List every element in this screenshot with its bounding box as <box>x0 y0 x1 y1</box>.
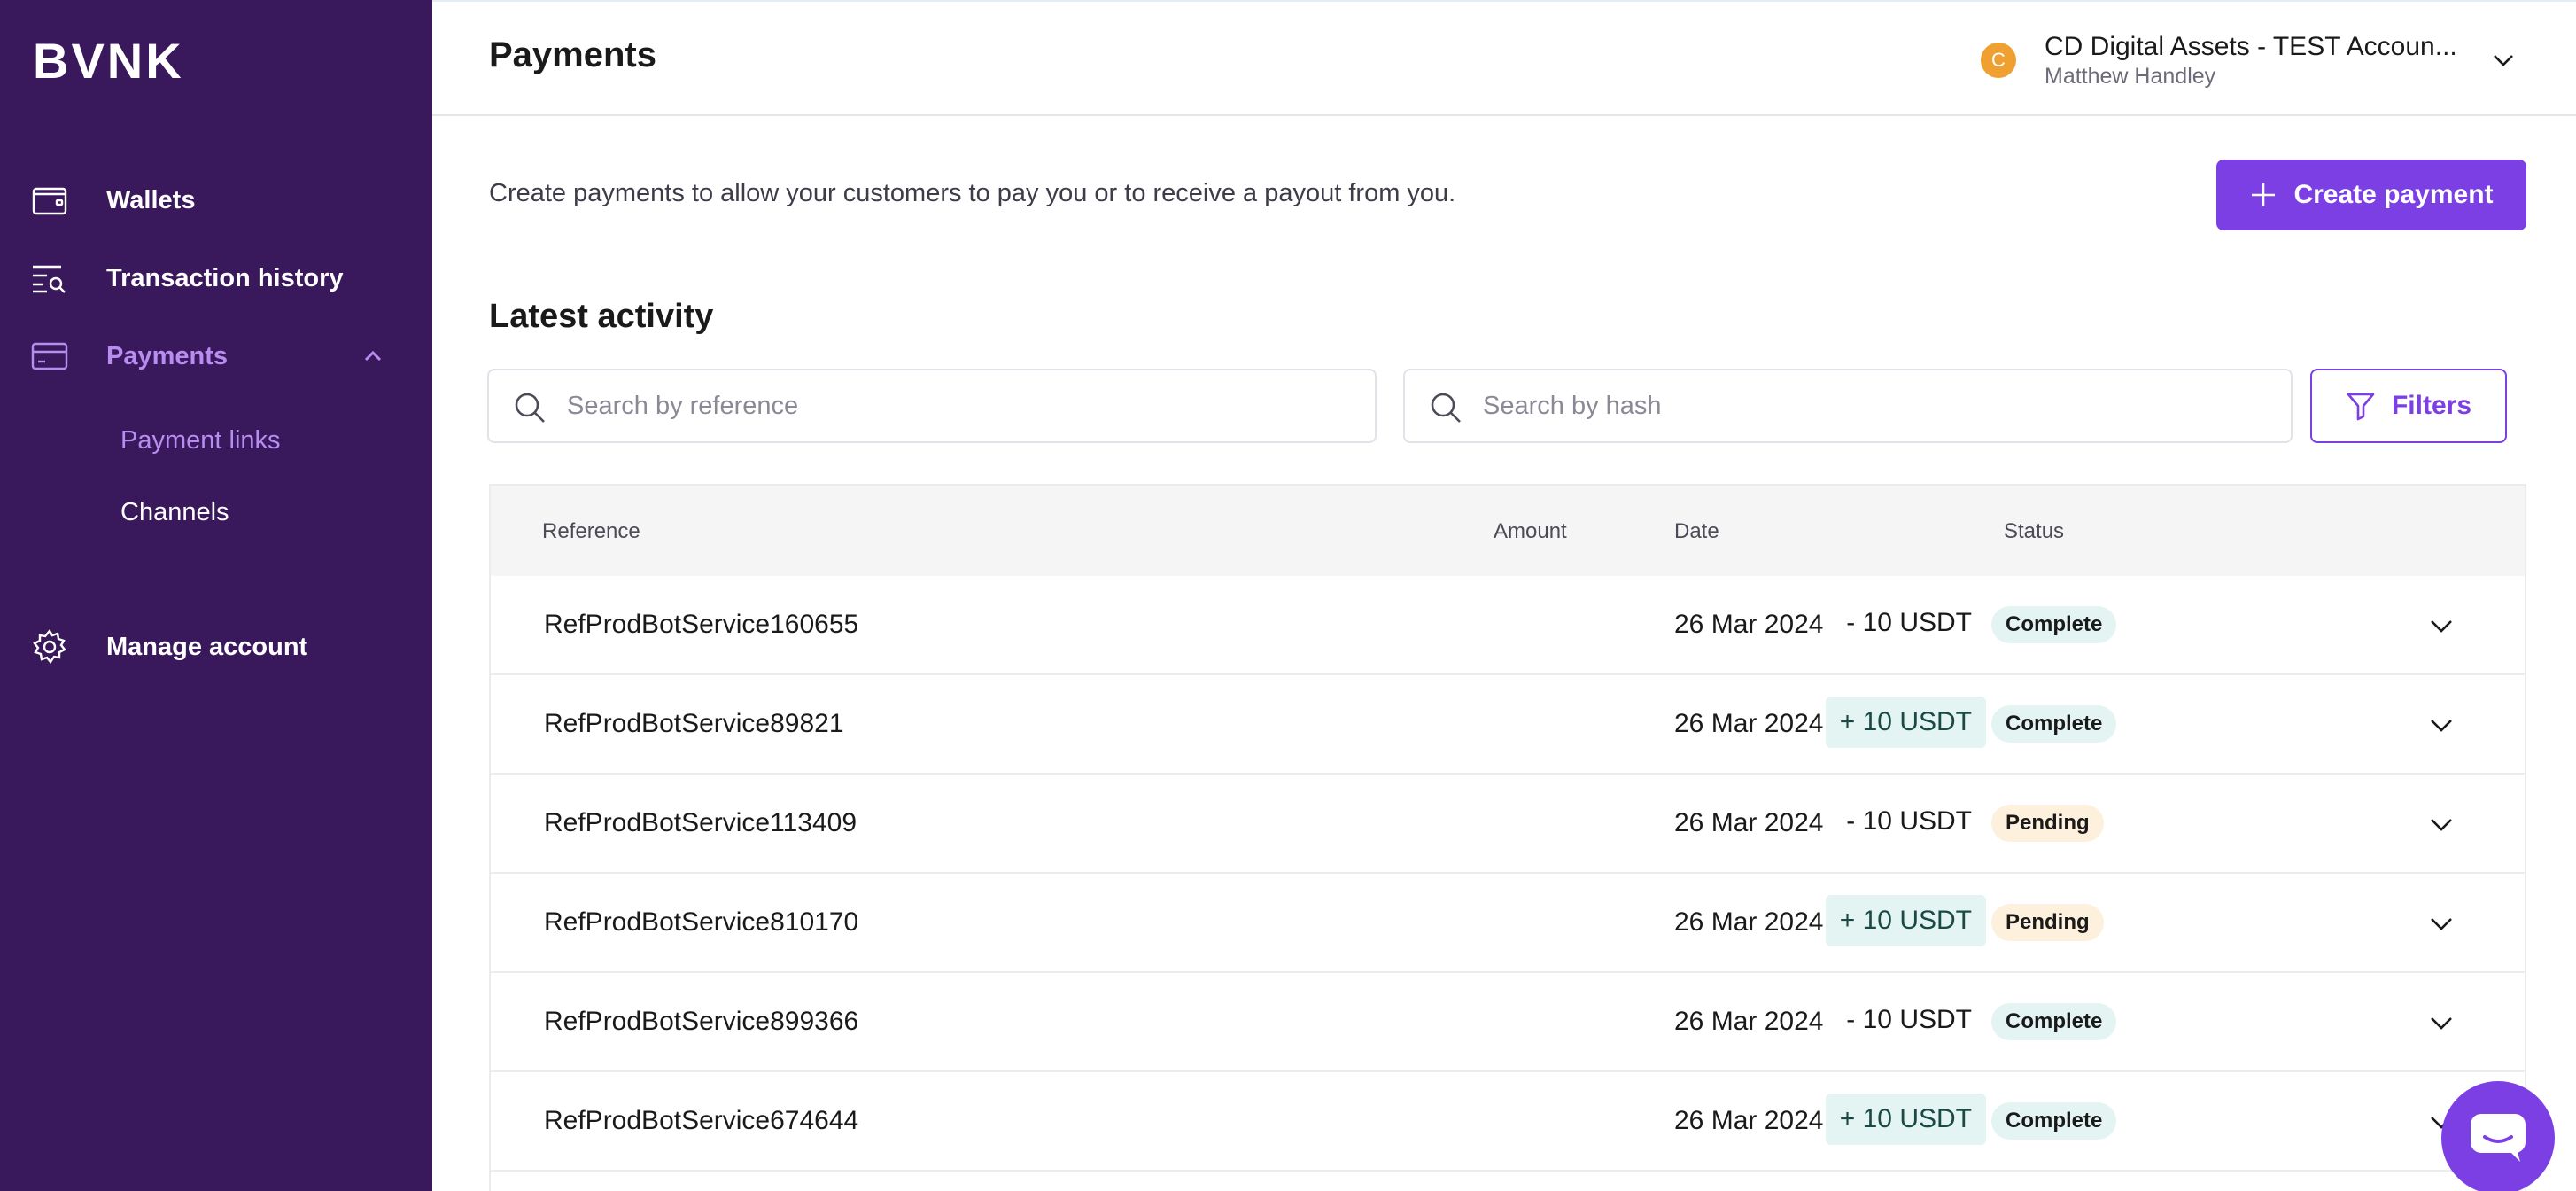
cell-date: 26 Mar 2024 <box>1674 610 1824 639</box>
search-hash-field[interactable] <box>1403 369 2293 443</box>
create-payment-label: Create payment <box>2293 180 2494 209</box>
cell-amount: + 10 USDT <box>1825 697 1986 748</box>
chevron-down-icon[interactable] <box>2425 1007 2457 1039</box>
brand-logo[interactable]: BVNK <box>33 32 184 90</box>
search-hash-input[interactable] <box>1483 370 2280 441</box>
chat-button[interactable] <box>2441 1081 2555 1191</box>
cell-reference: RefProdBotService160655 <box>544 610 859 639</box>
sidebar-item-label: Wallets <box>106 185 196 214</box>
table-row[interactable]: RefProdBotService810170 + 10 USDT 26 Mar 2… <box>491 874 2525 973</box>
cell-amount: - 10 USDT <box>1846 608 1972 637</box>
card-icon <box>31 338 68 375</box>
status-badge: Complete <box>1991 606 2117 643</box>
chevron-down-icon[interactable] <box>2489 46 2518 74</box>
sidebar-item-payments[interactable]: Payments <box>0 324 432 388</box>
cell-amount: - 10 USDT <box>1846 1005 1972 1034</box>
search-list-icon <box>31 260 68 297</box>
top-header: Payments C CD Digital Assets - TEST Acco… <box>432 0 2576 116</box>
cell-reference: RefProdBotService810170 <box>544 907 859 937</box>
gear-icon <box>31 628 68 666</box>
sidebar: BVNK Wallets Transaction history Payment… <box>0 0 432 1191</box>
table-row[interactable]: RefProdBotService113409 - 10 USDT 26 Mar 2… <box>491 775 2525 874</box>
cell-date: 26 Mar 2024 <box>1674 709 1824 738</box>
sidebar-item-wallets[interactable]: Wallets <box>0 168 432 232</box>
table-row[interactable]: RefProdBotService89821 + 10 USDT 26 Mar 20… <box>491 675 2525 775</box>
status-badge: Complete <box>1991 705 2117 743</box>
sidebar-item-manage-account[interactable]: Manage account <box>0 615 432 679</box>
cell-reference: RefProdBotService899366 <box>544 1007 859 1036</box>
sidebar-item-transaction-history[interactable]: Transaction history <box>0 246 432 310</box>
table-row[interactable]: RefProdBotService160655 - 10 USDT 26 Mar 2… <box>491 576 2525 675</box>
chat-icon <box>2471 1114 2526 1162</box>
column-header-amount[interactable]: Amount <box>1494 519 1567 544</box>
table-row[interactable]: RefProdBotService674644 + 10 USDT 26 Mar 2… <box>491 1072 2525 1172</box>
cell-reference: RefProdBotService113409 <box>544 808 857 837</box>
cell-reference: RefProdBotService89821 <box>544 709 844 738</box>
filters-label: Filters <box>2391 391 2472 420</box>
cell-date: 26 Mar 2024 <box>1674 808 1824 837</box>
cell-date: 26 Mar 2024 <box>1674 1007 1824 1036</box>
column-header-reference[interactable]: Reference <box>542 519 640 544</box>
cell-date: 26 Mar 2024 <box>1674 1106 1824 1135</box>
page-title: Payments <box>489 35 656 74</box>
chevron-down-icon[interactable] <box>2425 907 2457 939</box>
sidebar-item-label: Manage account <box>106 632 308 661</box>
chevron-up-icon[interactable] <box>360 343 386 370</box>
wallet-icon <box>31 182 68 219</box>
status-badge: Complete <box>1991 1102 2117 1140</box>
search-reference-input[interactable] <box>567 370 1364 441</box>
cell-date: 26 Mar 2024 <box>1674 907 1824 937</box>
search-reference-field[interactable] <box>487 369 1377 443</box>
column-header-status[interactable]: Status <box>2004 519 2064 544</box>
search-icon <box>1431 393 1461 423</box>
table-row[interactable]: RefProdBotService899366 - 10 USDT 26 Mar 2… <box>491 973 2525 1072</box>
account-user-name: Matthew Handley <box>2045 64 2216 89</box>
search-icon <box>515 393 545 423</box>
cell-amount: + 10 USDT <box>1825 895 1986 946</box>
sidebar-subitem-channels[interactable]: Channels <box>120 498 229 527</box>
column-header-date[interactable]: Date <box>1674 519 1719 544</box>
filters-button[interactable]: Filters <box>2310 369 2507 443</box>
activity-table: Reference Amount Date Status RefProdBotS… <box>489 484 2526 1191</box>
status-badge: Pending <box>1991 805 2104 842</box>
cell-reference: RefProdBotService674644 <box>544 1106 859 1135</box>
account-name[interactable]: CD Digital Assets - TEST Accoun... <box>2045 32 2457 62</box>
create-payment-button[interactable]: Create payment <box>2216 160 2526 230</box>
sidebar-item-label: Payments <box>106 341 229 370</box>
page-description: Create payments to allow your customers … <box>489 179 1456 207</box>
sidebar-item-label: Transaction history <box>106 263 344 292</box>
status-badge: Complete <box>1991 1003 2117 1040</box>
account-avatar[interactable]: C <box>1981 43 2016 78</box>
cell-amount: - 10 USDT <box>1846 806 1972 836</box>
table-header: Reference Amount Date Status <box>491 486 2525 576</box>
chevron-down-icon[interactable] <box>2425 610 2457 642</box>
chevron-down-icon[interactable] <box>2425 709 2457 741</box>
chevron-down-icon[interactable] <box>2425 808 2457 840</box>
sidebar-subitem-payment-links[interactable]: Payment links <box>120 426 281 455</box>
filter-icon <box>2347 393 2375 421</box>
section-title: Latest activity <box>489 298 714 335</box>
plus-icon <box>2252 183 2276 206</box>
status-badge: Pending <box>1991 904 2104 941</box>
cell-amount: + 10 USDT <box>1825 1094 1986 1145</box>
